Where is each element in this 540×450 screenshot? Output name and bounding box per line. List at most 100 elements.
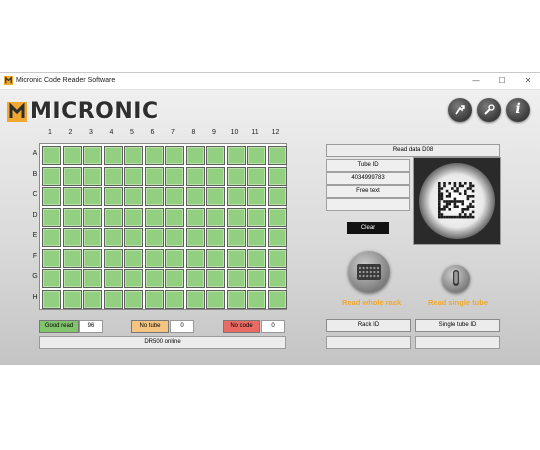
well-A2[interactable] (62, 146, 82, 165)
well-H2[interactable] (62, 289, 82, 309)
read-single-tube-button[interactable] (442, 265, 470, 293)
well-A5[interactable] (124, 146, 143, 165)
well-B10[interactable] (226, 166, 246, 186)
free-text-field[interactable] (326, 198, 410, 211)
well-E4[interactable] (103, 228, 123, 247)
well-D7[interactable] (165, 207, 184, 227)
well-G1[interactable] (42, 269, 61, 288)
export-button[interactable] (448, 98, 472, 122)
well-E2[interactable] (62, 228, 82, 247)
well-C1[interactable] (42, 187, 61, 206)
well-B6[interactable] (144, 166, 164, 186)
well-E12[interactable] (267, 228, 287, 247)
well-H11[interactable] (247, 289, 266, 309)
well-E7[interactable] (165, 228, 184, 247)
well-D4[interactable] (103, 207, 123, 227)
well-G9[interactable] (206, 269, 225, 288)
clear-button[interactable]: Clear (347, 222, 389, 234)
well-G7[interactable] (165, 269, 184, 288)
well-B8[interactable] (185, 166, 205, 186)
well-G2[interactable] (62, 269, 82, 288)
well-C3[interactable] (83, 187, 102, 206)
well-C9[interactable] (206, 187, 225, 206)
well-C5[interactable] (124, 187, 143, 206)
read-single-tube-label[interactable]: Read single tube (428, 298, 488, 307)
well-B4[interactable] (103, 166, 123, 186)
well-F11[interactable] (247, 248, 266, 268)
well-C4[interactable] (103, 187, 123, 206)
well-B11[interactable] (247, 166, 266, 186)
well-G5[interactable] (124, 269, 143, 288)
well-F7[interactable] (165, 248, 184, 268)
well-F3[interactable] (83, 248, 102, 268)
well-B1[interactable] (42, 166, 61, 186)
well-A7[interactable] (165, 146, 184, 165)
well-E9[interactable] (206, 228, 225, 247)
well-G4[interactable] (103, 269, 123, 288)
well-D6[interactable] (144, 207, 164, 227)
well-F2[interactable] (62, 248, 82, 268)
read-whole-rack-button[interactable] (348, 251, 390, 293)
well-D5[interactable] (124, 207, 143, 227)
well-D1[interactable] (42, 207, 61, 227)
well-E6[interactable] (144, 228, 164, 247)
well-E8[interactable] (185, 228, 205, 247)
well-G6[interactable] (144, 269, 164, 288)
well-F4[interactable] (103, 248, 123, 268)
well-C11[interactable] (247, 187, 266, 206)
well-A8[interactable] (185, 146, 205, 165)
well-E3[interactable] (83, 228, 102, 247)
well-B9[interactable] (206, 166, 225, 186)
well-E10[interactable] (226, 228, 246, 247)
well-H8[interactable] (185, 289, 205, 309)
well-A3[interactable] (83, 146, 102, 165)
well-B12[interactable] (267, 166, 287, 186)
close-button[interactable]: ✕ (520, 75, 536, 87)
well-H4[interactable] (103, 289, 123, 309)
well-E5[interactable] (124, 228, 143, 247)
well-C10[interactable] (226, 187, 246, 206)
well-C6[interactable] (144, 187, 164, 206)
well-D9[interactable] (206, 207, 225, 227)
well-E11[interactable] (247, 228, 266, 247)
maximize-button[interactable]: ☐ (494, 75, 510, 87)
well-H1[interactable] (42, 289, 61, 309)
well-C8[interactable] (185, 187, 205, 206)
well-H3[interactable] (83, 289, 102, 309)
well-D2[interactable] (62, 207, 82, 227)
well-A9[interactable] (206, 146, 225, 165)
well-A6[interactable] (144, 146, 164, 165)
well-F1[interactable] (42, 248, 61, 268)
well-D3[interactable] (83, 207, 102, 227)
well-F5[interactable] (124, 248, 143, 268)
well-H12[interactable] (267, 289, 287, 309)
well-B3[interactable] (83, 166, 102, 186)
well-A12[interactable] (267, 146, 287, 165)
well-H6[interactable] (144, 289, 164, 309)
well-F9[interactable] (206, 248, 225, 268)
well-H10[interactable] (226, 289, 246, 309)
read-whole-rack-label[interactable]: Read whole rack (342, 298, 401, 307)
well-D11[interactable] (247, 207, 266, 227)
info-button[interactable]: i (506, 98, 530, 122)
well-A11[interactable] (247, 146, 266, 165)
single-tube-id-field[interactable] (415, 336, 500, 349)
well-F6[interactable] (144, 248, 164, 268)
well-A4[interactable] (103, 146, 123, 165)
well-H9[interactable] (206, 289, 225, 309)
well-D8[interactable] (185, 207, 205, 227)
well-D12[interactable] (267, 207, 287, 227)
well-B5[interactable] (124, 166, 143, 186)
rack-id-button[interactable]: Rack ID (326, 319, 411, 332)
well-F8[interactable] (185, 248, 205, 268)
well-G11[interactable] (247, 269, 266, 288)
well-F10[interactable] (226, 248, 246, 268)
well-G10[interactable] (226, 269, 246, 288)
settings-button[interactable] (477, 98, 501, 122)
well-F12[interactable] (267, 248, 287, 268)
well-A1[interactable] (42, 146, 61, 165)
minimize-button[interactable]: — (468, 75, 484, 87)
well-G3[interactable] (83, 269, 102, 288)
well-G8[interactable] (185, 269, 205, 288)
rack-id-field[interactable] (326, 336, 411, 349)
